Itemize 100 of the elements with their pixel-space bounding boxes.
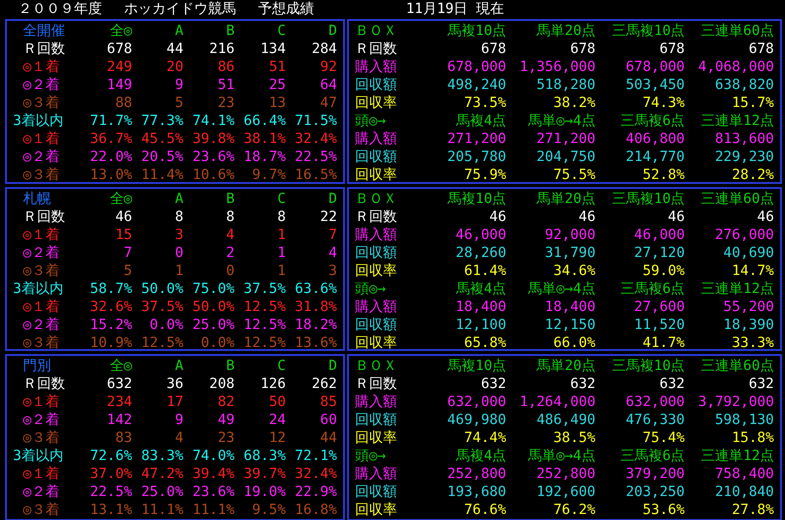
table-cell-text: 66.4% [242,112,286,130]
table-cell-text: 18.7% [242,148,286,166]
bet-type-label: ＢＯＸ [355,190,398,208]
column-header: 全◎ [108,357,132,375]
table-cell-text: 11.1% [140,501,184,519]
column-header: 三馬複10点 [610,22,685,40]
table-cell-text: 75.5% [552,166,596,184]
column-header: 馬複10点 [446,22,506,40]
row-label: Ｒ回数 [22,40,66,58]
table-cell-text: 142 [106,411,132,429]
table-cell-text: 22.9% [294,483,337,501]
row-label: ◎２着 [22,76,60,94]
table-cell-text: 53.6% [642,501,685,519]
table-cell-text: 71.5% [294,112,337,130]
table-cell-text: 47 [319,94,337,112]
table-cell-text: 214,770 [624,148,685,166]
table-cell-text: 193,680 [446,483,506,501]
row-label: 回収額 [355,76,398,94]
table-cell-text: 55,200 [722,298,774,316]
table-cell-text: 5 [122,262,132,280]
table-cell-text: 71.7% [89,112,132,130]
date-label: 11月19日 現在 [406,0,504,18]
column-header: 三連単60点 [700,357,774,375]
column-header: 馬複4点 [454,447,506,465]
table-cell-text: 9 [174,411,184,429]
column-header: B [225,357,235,375]
table-cell-text: 88 [114,94,132,112]
column-header: 三連単12点 [700,112,774,130]
bet-type-label: ＢＯＸ [355,357,398,375]
table-cell-text: 406,800 [624,130,685,148]
column-header: C [276,190,286,208]
table-cell-text: 15.8% [730,429,774,447]
table-cell-text: 36.7% [89,130,132,148]
row-label: 3着以内 [13,280,64,298]
table-cell-text: 11.1% [191,501,235,519]
column-header: 馬単20点 [536,22,596,40]
table-cell-text: 203,250 [624,483,685,501]
table-cell-text: 638,820 [714,76,774,94]
row-label: Ｒ回数 [355,208,398,226]
row-label: ◎１着 [22,393,60,411]
row-label: 回収率 [355,334,398,352]
table-cell-text: 2 [225,244,235,262]
table-cell-text: 262 [310,375,337,393]
table-cell-text: 15.7% [730,94,774,112]
table-cell-text: 271,200 [446,130,506,148]
table-cell-text: 51 [268,58,286,76]
table-cell-text: 3 [328,262,337,280]
row-label: 回収額 [355,244,398,262]
bet-type-label: 頭◎→ [355,112,387,130]
table-cell-text: 92 [319,58,337,76]
table-cell-text: 632 [569,375,596,393]
table-cell-text: 22.5% [294,148,337,166]
table-cell-text: 10.9% [89,334,132,352]
table-cell-text: 12 [268,429,286,447]
table-cell-text: 46,000 [454,226,506,244]
table-cell-text: 12.5% [242,298,286,316]
table-cell-text: 39.4% [191,465,235,483]
table-cell-text: 9 [174,76,184,94]
row-label: 回収額 [355,148,398,166]
row-label: 回収額 [355,411,398,429]
table-cell-text: 83.3% [140,447,184,465]
column-header: 三連単60点 [700,190,774,208]
table-cell-text: 0 [225,262,235,280]
table-cell-text: 46 [578,208,596,226]
table-cell-text: 229,230 [714,148,774,166]
table-cell-text: 204,750 [535,148,596,166]
table-cell-text: 44 [319,429,337,447]
row-label: ◎１着 [22,226,60,244]
table-cell-text: 60 [319,411,337,429]
table-cell-text: 75.4% [642,429,685,447]
table-cell-text: 32.4% [294,465,337,483]
row-label: ◎１着 [22,298,60,316]
row-label: ◎３着 [22,334,60,352]
table-cell-text: 632 [106,375,132,393]
table-cell-text: 678 [480,40,506,58]
table-cell-text: 632 [480,375,506,393]
table-cell-text: 17 [166,393,184,411]
table-cell-text: 1,356,000 [518,58,596,76]
table-cell-text: 16.8% [294,501,337,519]
table-cell-text: 208 [208,375,235,393]
table-cell-text: 12.5% [242,316,286,334]
column-header: 馬単20点 [536,357,596,375]
row-label: ◎３着 [22,429,60,447]
table-cell-text: 51 [216,76,235,94]
table-cell-text: 271,200 [535,130,596,148]
row-label: ◎３着 [22,94,60,112]
table-cell-text: 27.8% [730,501,774,519]
table-cell-text: 46 [114,208,132,226]
column-header: C [276,22,286,40]
table-cell-text: 58.7% [89,280,132,298]
column-header: 馬単◎→4点 [527,447,596,465]
table-cell-text: 632 [748,375,774,393]
table-cell-text: 3 [174,226,184,244]
table-cell-text: 813,600 [714,130,774,148]
column-header: 全◎ [108,190,132,208]
table-cell-text: 46 [488,208,506,226]
row-label: 回収率 [355,429,398,447]
table-cell-text: 38.5% [552,429,596,447]
table-cell-text: 8 [225,208,235,226]
table-cell-text: 33.3% [730,334,774,352]
